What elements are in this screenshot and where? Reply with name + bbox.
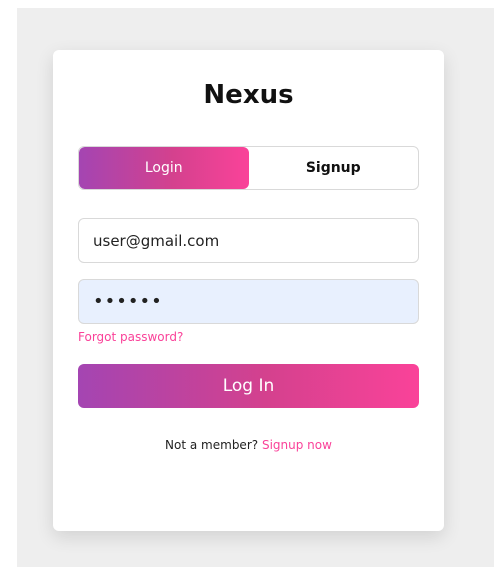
email-field[interactable] xyxy=(78,218,419,263)
forgot-password-link[interactable]: Forgot password? xyxy=(78,330,183,344)
signup-prompt: Not a member? Signup now xyxy=(53,438,444,452)
tab-signup[interactable]: Signup xyxy=(249,147,419,189)
password-field[interactable] xyxy=(78,279,419,324)
signup-prompt-text: Not a member? xyxy=(165,438,259,452)
login-card: Nexus Login Signup Forgot password? Log … xyxy=(53,50,444,531)
signup-now-link[interactable]: Signup now xyxy=(262,438,332,452)
auth-tabs: Login Signup xyxy=(78,146,419,190)
app-title: Nexus xyxy=(203,80,294,110)
tab-login[interactable]: Login xyxy=(79,147,249,189)
login-button[interactable]: Log In xyxy=(78,364,419,408)
